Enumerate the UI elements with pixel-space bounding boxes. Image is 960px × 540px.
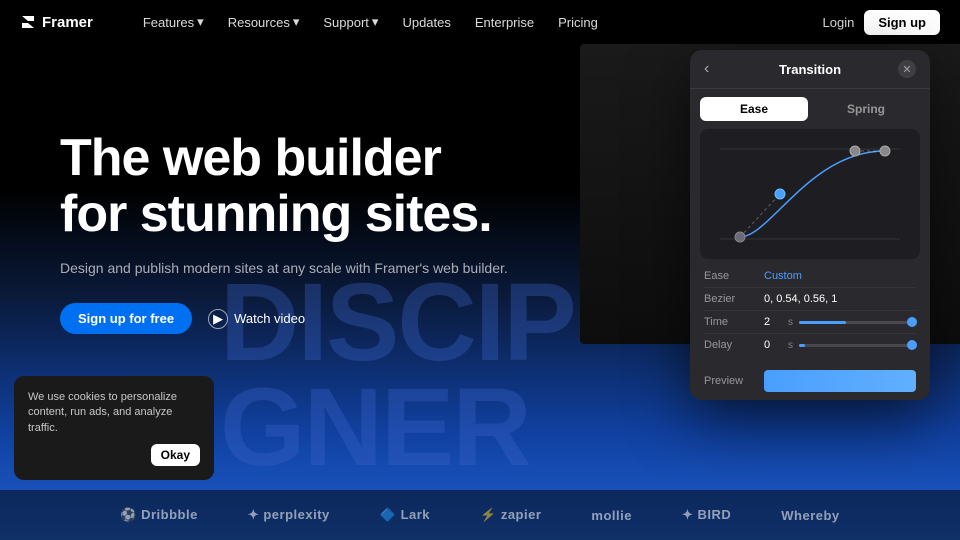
navbar: Framer Features ▾ Resources ▾ Support ▾ … — [0, 0, 960, 44]
hero-headline: The web builder for stunning sites. — [60, 130, 508, 242]
signup-button[interactable]: Sign up — [864, 10, 940, 35]
modal-properties: Ease Custom Bezier 0, 0.54, 0.56, 1 Time… — [690, 259, 930, 362]
partner-mollie: mollie — [591, 508, 632, 523]
preview-animation-bar[interactable] — [764, 370, 916, 392]
nav-right: Login Sign up — [823, 10, 940, 35]
watch-video-button[interactable]: ▶ Watch video — [208, 309, 305, 329]
ease-value[interactable]: Custom — [764, 270, 802, 282]
nav-updates[interactable]: Updates — [392, 11, 460, 34]
delay-slider-group: 0 s — [764, 339, 916, 351]
ease-row: Ease Custom — [704, 265, 916, 288]
nav-support[interactable]: Support ▾ — [313, 10, 388, 34]
hero-section: The web builder for stunning sites. Desi… — [60, 130, 508, 334]
time-value: 2 — [764, 316, 782, 328]
nav-pricing[interactable]: Pricing — [548, 11, 608, 34]
delay-slider-thumb — [907, 340, 917, 350]
partner-zapier: ⚡ zapier — [480, 507, 541, 523]
partner-bird: ✦ BIRD — [682, 507, 731, 523]
cookie-banner: We use cookies to personalize content, r… — [14, 376, 214, 480]
delay-row: Delay 0 s — [704, 334, 916, 356]
hero-subtext: Design and publish modern sites at any s… — [60, 258, 508, 279]
nav-enterprise[interactable]: Enterprise — [465, 11, 544, 34]
cookie-okay-button[interactable]: Okay — [151, 444, 200, 466]
chevron-down-icon: ▾ — [293, 14, 300, 30]
framer-logo-icon — [20, 14, 36, 30]
delay-label: Delay — [704, 339, 764, 351]
modal-tabs: Ease Spring — [690, 89, 930, 129]
play-icon: ▶ — [208, 309, 228, 329]
preview-row: Preview — [690, 362, 930, 400]
bezier-curve-svg — [700, 129, 920, 259]
time-slider[interactable] — [799, 321, 916, 324]
time-slider-fill — [799, 321, 846, 324]
cookie-text: We use cookies to personalize content, r… — [28, 390, 200, 436]
bezier-row: Bezier 0, 0.54, 0.56, 1 — [704, 288, 916, 311]
hero-buttons: Sign up for free ▶ Watch video — [60, 303, 508, 334]
tab-ease[interactable]: Ease — [700, 97, 808, 121]
chevron-down-icon: ▾ — [372, 14, 379, 30]
modal-back-button[interactable]: ‹ — [704, 60, 709, 78]
nav-links: Features ▾ Resources ▾ Support ▾ Updates… — [133, 10, 608, 34]
delay-value: 0 — [764, 339, 782, 351]
preview-label: Preview — [704, 375, 764, 387]
partner-lark: 🔷 Lark — [380, 507, 430, 523]
bezier-value[interactable]: 0, 0.54, 0.56, 1 — [764, 293, 916, 305]
cta-signup-button[interactable]: Sign up for free — [60, 303, 192, 334]
delay-unit: s — [788, 340, 793, 351]
delay-slider-fill — [799, 344, 805, 347]
nav-resources[interactable]: Resources ▾ — [218, 10, 310, 34]
bezier-label: Bezier — [704, 293, 764, 305]
logo-text: Framer — [42, 14, 93, 31]
bezier-curve-canvas[interactable] — [700, 129, 920, 259]
partners-bar: ⚽ Dribbble ✦ perplexity 🔷 Lark ⚡ zapier … — [0, 490, 960, 540]
partner-perplexity: ✦ perplexity — [248, 507, 330, 523]
nav-features[interactable]: Features ▾ — [133, 10, 214, 34]
login-button[interactable]: Login — [823, 15, 855, 30]
chevron-down-icon: ▾ — [197, 14, 204, 30]
time-unit: s — [788, 317, 793, 328]
modal-close-button[interactable]: ✕ — [898, 60, 916, 78]
logo[interactable]: Framer — [20, 14, 93, 31]
partner-dribbble: ⚽ Dribbble — [120, 507, 198, 523]
delay-slider[interactable] — [799, 344, 916, 347]
tab-spring[interactable]: Spring — [812, 97, 920, 121]
time-slider-group: 2 s — [764, 316, 916, 328]
ease-label: Ease — [704, 270, 764, 282]
time-row: Time 2 s — [704, 311, 916, 334]
partner-whereby: Whereby — [781, 508, 839, 523]
modal-header: ‹ Transition ✕ — [690, 50, 930, 89]
time-slider-thumb — [907, 317, 917, 327]
modal-title: Transition — [779, 62, 841, 77]
transition-modal: ‹ Transition ✕ Ease Spring Ease Custo — [690, 50, 930, 400]
time-label: Time — [704, 316, 764, 328]
